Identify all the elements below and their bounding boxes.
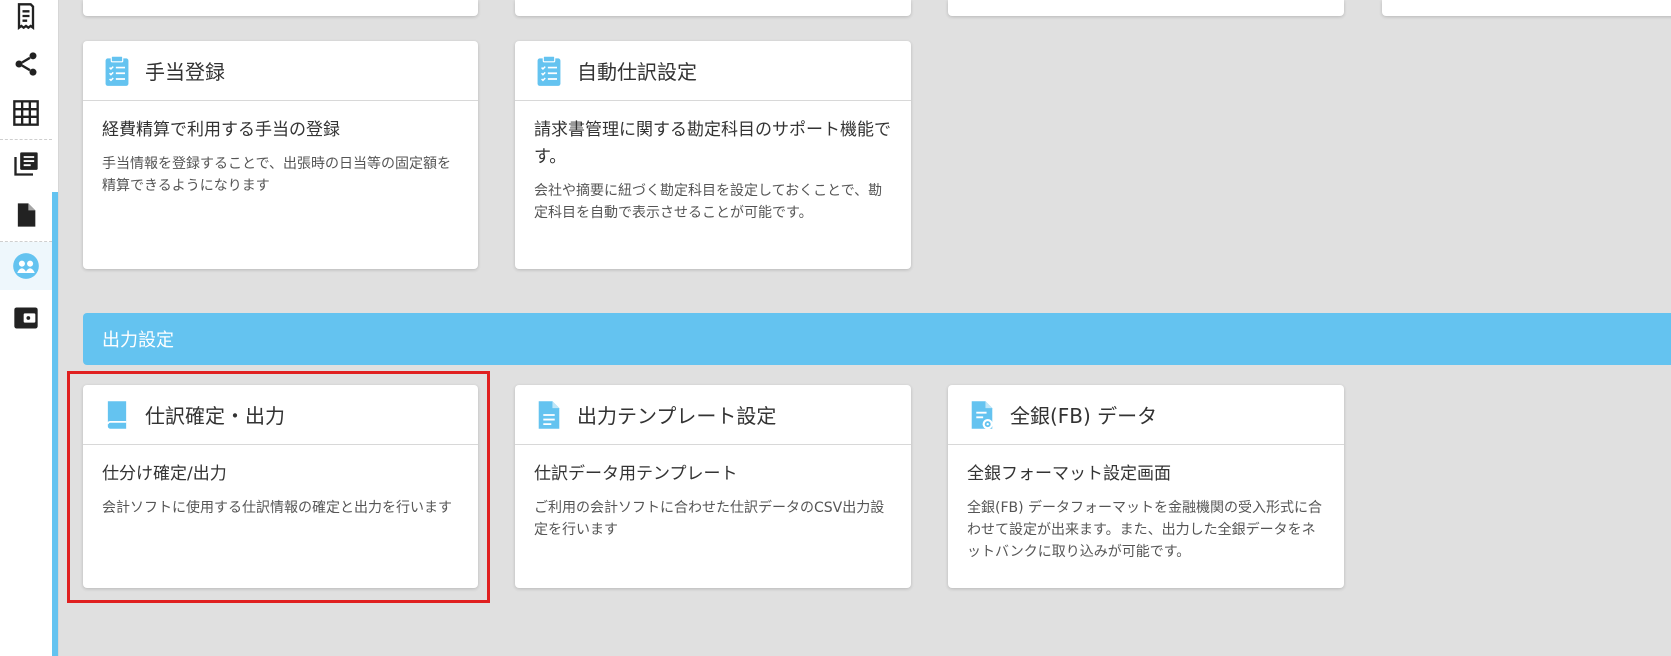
sidebar-item-wallet[interactable] xyxy=(0,294,52,342)
card-header: 出力テンプレート設定 xyxy=(515,385,911,445)
card-output-template-settings[interactable]: 出力テンプレート設定 仕訳データ用テンプレート ご利用の会計ソフトに合わせた仕訳… xyxy=(515,385,911,588)
section-header-output-settings: 出力設定 xyxy=(83,313,1671,365)
sidebar-item-document[interactable] xyxy=(0,191,52,239)
card-partial[interactable] xyxy=(948,0,1344,16)
card-title: 仕訳確定・出力 xyxy=(145,404,285,428)
sidebar xyxy=(0,0,59,656)
card-partial[interactable] xyxy=(83,0,478,16)
card-header: 全銀(FB) データ xyxy=(948,385,1344,445)
card-partial[interactable] xyxy=(515,0,911,16)
card-description: ご利用の会計ソフトに合わせた仕訳データのCSV出力設定を行います xyxy=(534,500,885,538)
card-subtitle: 全銀フォーマット設定画面 xyxy=(967,464,1171,484)
library-books-icon xyxy=(14,152,38,176)
card-header: 手当登録 xyxy=(83,41,478,101)
sidebar-item-share[interactable] xyxy=(0,40,52,88)
card-journal-confirm-output[interactable]: 仕訳確定・出力 仕分け確定/出力 会計ソフトに使用する仕訳情報の確定と出力を行い… xyxy=(83,385,478,588)
users-icon xyxy=(13,253,39,279)
card-subtitle: 仕訳データ用テンプレート xyxy=(534,464,738,484)
file-settings-icon xyxy=(971,400,993,429)
sidebar-item-receipt[interactable] xyxy=(0,0,52,40)
card-zengin-fb-data[interactable]: 全銀(FB) データ 全銀フォーマット設定画面 全銀(FB) データフォーマット… xyxy=(948,385,1344,588)
card-title: 手当登録 xyxy=(145,60,225,84)
card-description: 会社や摘要に紐づく勘定科目を設定しておくことで、勘定科目を自動で表示させることが… xyxy=(534,183,883,221)
wallet-icon xyxy=(14,307,38,329)
card-header: 自動仕訳設定 xyxy=(515,41,911,101)
file-text-icon xyxy=(538,400,560,429)
card-header: 仕訳確定・出力 xyxy=(83,385,478,445)
share-icon xyxy=(15,52,37,76)
section-title: 出力設定 xyxy=(102,330,174,351)
card-description: 会計ソフトに使用する仕訳情報の確定と出力を行います xyxy=(102,500,452,516)
card-partial[interactable] xyxy=(1382,0,1671,16)
sidebar-item-grid[interactable] xyxy=(0,89,52,137)
sidebar-item-library[interactable] xyxy=(0,140,52,188)
card-title: 出力テンプレート設定 xyxy=(577,404,777,428)
card-title: 自動仕訳設定 xyxy=(577,60,697,84)
card-description: 手当情報を登録することで、出張時の日当等の固定額を精算できるようになります xyxy=(102,156,452,194)
clipboard-list-icon xyxy=(537,55,561,86)
card-title: 全銀(FB) データ xyxy=(1010,404,1158,428)
sidebar-item-users[interactable] xyxy=(0,242,52,290)
grid-table-icon xyxy=(13,100,39,126)
clipboard-list-icon xyxy=(105,55,129,86)
document-icon xyxy=(17,203,36,227)
card-allowance-registration[interactable]: 手当登録 経費精算で利用する手当の登録 手当情報を登録することで、出張時の日当等… xyxy=(83,41,478,269)
card-subtitle: 請求書管理に関する勘定科目のサポート機能です。 xyxy=(534,120,891,167)
book-icon xyxy=(107,400,127,429)
card-auto-journal-settings[interactable]: 自動仕訳設定 請求書管理に関する勘定科目のサポート機能です。 会社や摘要に紐づく… xyxy=(515,41,911,269)
sidebar-active-indicator xyxy=(52,192,58,656)
card-subtitle: 経費精算で利用する手当の登録 xyxy=(102,120,340,140)
receipt-icon xyxy=(17,3,35,30)
card-subtitle: 仕分け確定/出力 xyxy=(102,464,227,484)
card-description: 全銀(FB) データフォーマットを金融機関の受入形式に合わせて設定が出来ます。ま… xyxy=(967,500,1323,560)
